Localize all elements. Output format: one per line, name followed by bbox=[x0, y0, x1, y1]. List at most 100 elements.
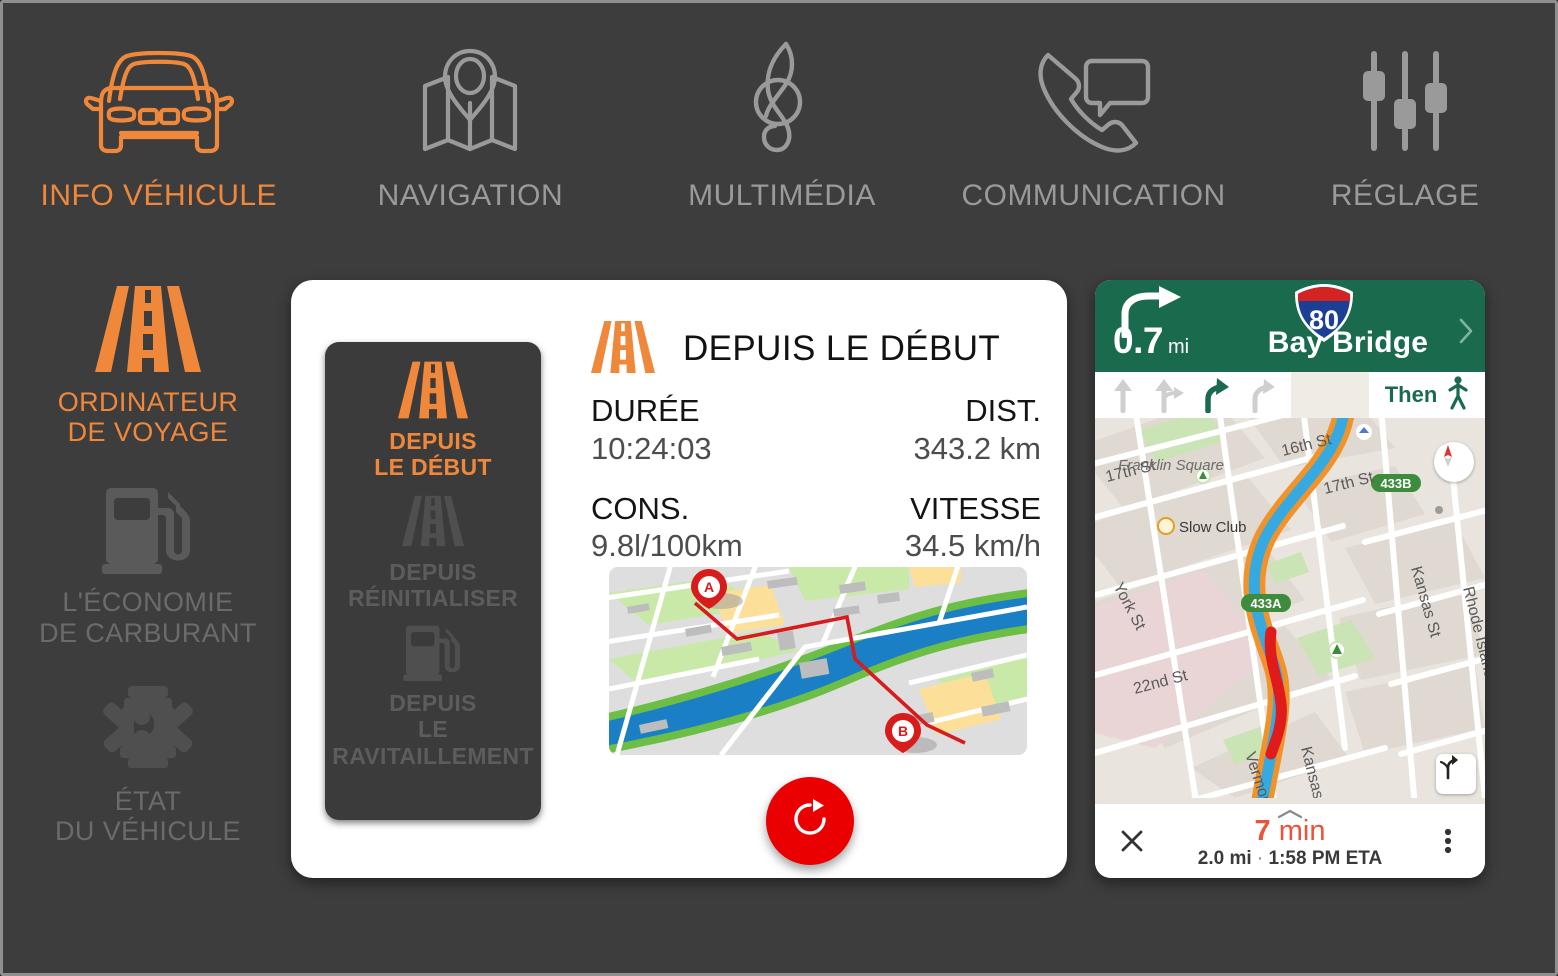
sidebar-item-economie-de-carburant[interactable]: L'ÉCONOMIE DE CARBURANT bbox=[3, 483, 293, 648]
trip-mode-tab-strip: DEPUIS LE DÉBUT DEPUIS RÉINITIALISER DEP… bbox=[325, 342, 541, 820]
topnav-item-multimedia[interactable]: MULTIMÉDIA bbox=[626, 3, 938, 213]
poi-park-lower bbox=[1328, 641, 1346, 659]
tab-label-line2: LE bbox=[417, 716, 448, 743]
stat-cons: CONS. 9.8l/100km bbox=[591, 490, 816, 566]
tab-depuis-le-debut[interactable]: DEPUIS LE DÉBUT bbox=[325, 358, 541, 481]
engine-icon bbox=[98, 682, 198, 774]
svg-text:A: A bbox=[704, 579, 714, 595]
road-name: Bay Bridge bbox=[1267, 326, 1429, 359]
sidebar-label-line1: L'ÉCONOMIE bbox=[62, 587, 234, 618]
infotainment-screen: INFO VÉHICULE NAVIGATION MULTIMÉDIA COMM… bbox=[0, 0, 1558, 976]
compass-icon[interactable] bbox=[1434, 442, 1474, 482]
stat-label: VITESSE bbox=[910, 490, 1041, 526]
eta-details: 2.0 mi · 1:58 PM ETA bbox=[1149, 848, 1431, 870]
stat-value: 34.5 km/h bbox=[904, 528, 1041, 564]
map-pin-icon bbox=[405, 37, 535, 165]
tab-label-line1: DEPUIS bbox=[389, 558, 477, 585]
poi-slow-club bbox=[1157, 517, 1175, 535]
eta-minutes: 7 bbox=[1254, 814, 1271, 847]
tab-label-line3: RAVITAILLEMENT bbox=[332, 742, 534, 769]
road-icon bbox=[591, 320, 655, 379]
topnav-item-label: INFO VÉHICULE bbox=[40, 179, 278, 212]
phone-chat-icon bbox=[1026, 37, 1162, 165]
navigation-map[interactable]: 433B 433A 17th St 16th St 17th St York S… bbox=[1095, 418, 1485, 804]
topnav-item-label: RÉGLAGE bbox=[1330, 179, 1480, 212]
then-label: Then bbox=[1384, 382, 1438, 407]
topnav-item-label: NAVIGATION bbox=[377, 179, 564, 212]
refresh-icon bbox=[789, 798, 831, 845]
chevron-up-icon[interactable] bbox=[1275, 807, 1305, 825]
sidebar-item-label: L'ÉCONOMIE DE CARBURANT bbox=[39, 587, 257, 647]
trip-stats-grid: DURÉE 10:24:03 DIST. 343.2 km CONS. 9.8l… bbox=[591, 392, 1041, 565]
sidebar-item-etat-du-vehicule[interactable]: ÉTAT DU VÉHICULE bbox=[3, 682, 293, 846]
panel-header: DEPUIS LE DÉBUT bbox=[591, 318, 1041, 380]
sidebar-menu: ORDINATEUR DE VOYAGE L'ÉCONOMIE DE CARBU… bbox=[3, 265, 293, 905]
svg-text:433B: 433B bbox=[1380, 476, 1411, 491]
fuel-pump-icon bbox=[403, 620, 463, 684]
stat-duree: DURÉE 10:24:03 bbox=[591, 392, 816, 468]
tab-depuis-reinitialiser[interactable]: DEPUIS RÉINITIALISER bbox=[325, 489, 541, 612]
reset-button[interactable] bbox=[766, 777, 854, 865]
topnav-item-info-vehicule[interactable]: INFO VÉHICULE bbox=[3, 3, 315, 213]
sidebar-item-label: ORDINATEUR DE VOYAGE bbox=[58, 387, 239, 447]
road-icon bbox=[402, 489, 464, 553]
navigation-header[interactable]: 0.7 mi 80 Bay Bridge bbox=[1095, 280, 1485, 372]
tab-label: DEPUIS LE DÉBUT bbox=[374, 428, 491, 481]
topnav-item-reglage[interactable]: RÉGLAGE bbox=[1249, 3, 1555, 213]
lane-right-icon bbox=[1240, 377, 1287, 413]
exit-badge-433b: 433B bbox=[1371, 474, 1421, 492]
stat-value: 343.2 km bbox=[913, 430, 1041, 466]
pedestrian-icon bbox=[1447, 375, 1469, 415]
then-indicator: Then bbox=[1369, 372, 1485, 418]
close-icon[interactable] bbox=[1115, 828, 1149, 854]
lane-right-icon bbox=[1193, 377, 1240, 413]
stat-dist: DIST. 343.2 km bbox=[816, 392, 1041, 468]
sidebar-label-line1: ORDINATEUR bbox=[57, 387, 239, 417]
topnav-item-label: MULTIMÉDIA bbox=[688, 179, 876, 212]
tab-depuis-le-ravitaillement[interactable]: DEPUIS LE RAVITAILLEMENT bbox=[325, 620, 541, 769]
tab-label: DEPUIS RÉINITIALISER bbox=[348, 559, 518, 612]
car-icon bbox=[71, 37, 247, 165]
road-icon bbox=[95, 283, 201, 375]
tab-label-line2: LE DÉBUT bbox=[374, 454, 492, 481]
lane-straight-icon bbox=[1099, 377, 1146, 413]
topnav-item-navigation[interactable]: NAVIGATION bbox=[315, 3, 627, 213]
place-label: Slow Club bbox=[1179, 519, 1247, 536]
sidebar-item-ordinateur-de-voyage[interactable]: ORDINATEUR DE VOYAGE bbox=[3, 283, 293, 447]
page-title: DEPUIS LE DÉBUT bbox=[683, 329, 1001, 368]
route-options-icon[interactable] bbox=[1436, 754, 1476, 794]
svg-text:433A: 433A bbox=[1250, 596, 1282, 611]
stat-label: CONS. bbox=[591, 490, 690, 526]
place-label: Franklin Square bbox=[1118, 457, 1224, 474]
sidebar-label-line2: DE VOYAGE bbox=[67, 417, 229, 448]
more-vertical-icon[interactable] bbox=[1431, 827, 1465, 855]
fuel-pump-icon bbox=[102, 483, 194, 575]
navigation-footer: 7 min 2.0 mi · 1:58 PM ETA bbox=[1095, 804, 1485, 878]
topnav-item-label: COMMUNICATION bbox=[961, 179, 1226, 212]
chevron-right-icon[interactable] bbox=[1455, 316, 1477, 351]
sidebar-label-line2: DU VÉHICULE bbox=[55, 816, 241, 847]
separator-dot: · bbox=[1256, 848, 1264, 870]
lane-guidance-bar: Then bbox=[1095, 372, 1485, 418]
navigation-panel: 0.7 mi 80 Bay Bridge Then 433B 433A 17th… bbox=[1095, 280, 1485, 878]
svg-text:B: B bbox=[898, 723, 908, 739]
tab-label-line1: DEPUIS bbox=[389, 428, 477, 454]
sidebar-label-line1: ÉTAT bbox=[114, 785, 182, 816]
topnav-item-communication[interactable]: COMMUNICATION bbox=[938, 3, 1250, 213]
stat-label: DURÉE bbox=[591, 393, 700, 428]
lane-straight-right-icon bbox=[1146, 377, 1193, 413]
top-navigation-bar: INFO VÉHICULE NAVIGATION MULTIMÉDIA COMM… bbox=[3, 3, 1555, 251]
exit-badge-433a: 433A bbox=[1241, 594, 1291, 612]
stat-label: DIST. bbox=[965, 393, 1041, 428]
route-thumbnail-map[interactable]: A B bbox=[609, 567, 1027, 755]
sidebar-item-label: ÉTAT DU VÉHICULE bbox=[55, 786, 241, 846]
remaining-distance: 2.0 mi bbox=[1197, 848, 1252, 870]
road-icon bbox=[398, 358, 468, 422]
tab-label-line1: DEPUIS bbox=[389, 689, 477, 716]
lane-guidance-group bbox=[1095, 372, 1291, 418]
sliders-icon bbox=[1350, 37, 1460, 165]
stat-value: 9.8l/100km bbox=[591, 528, 743, 564]
tab-label: DEPUIS LE RAVITAILLEMENT bbox=[332, 690, 533, 769]
turn-right-icon bbox=[1119, 286, 1191, 343]
trip-computer-card: DEPUIS LE DÉBUT DEPUIS RÉINITIALISER DEP… bbox=[291, 280, 1067, 878]
